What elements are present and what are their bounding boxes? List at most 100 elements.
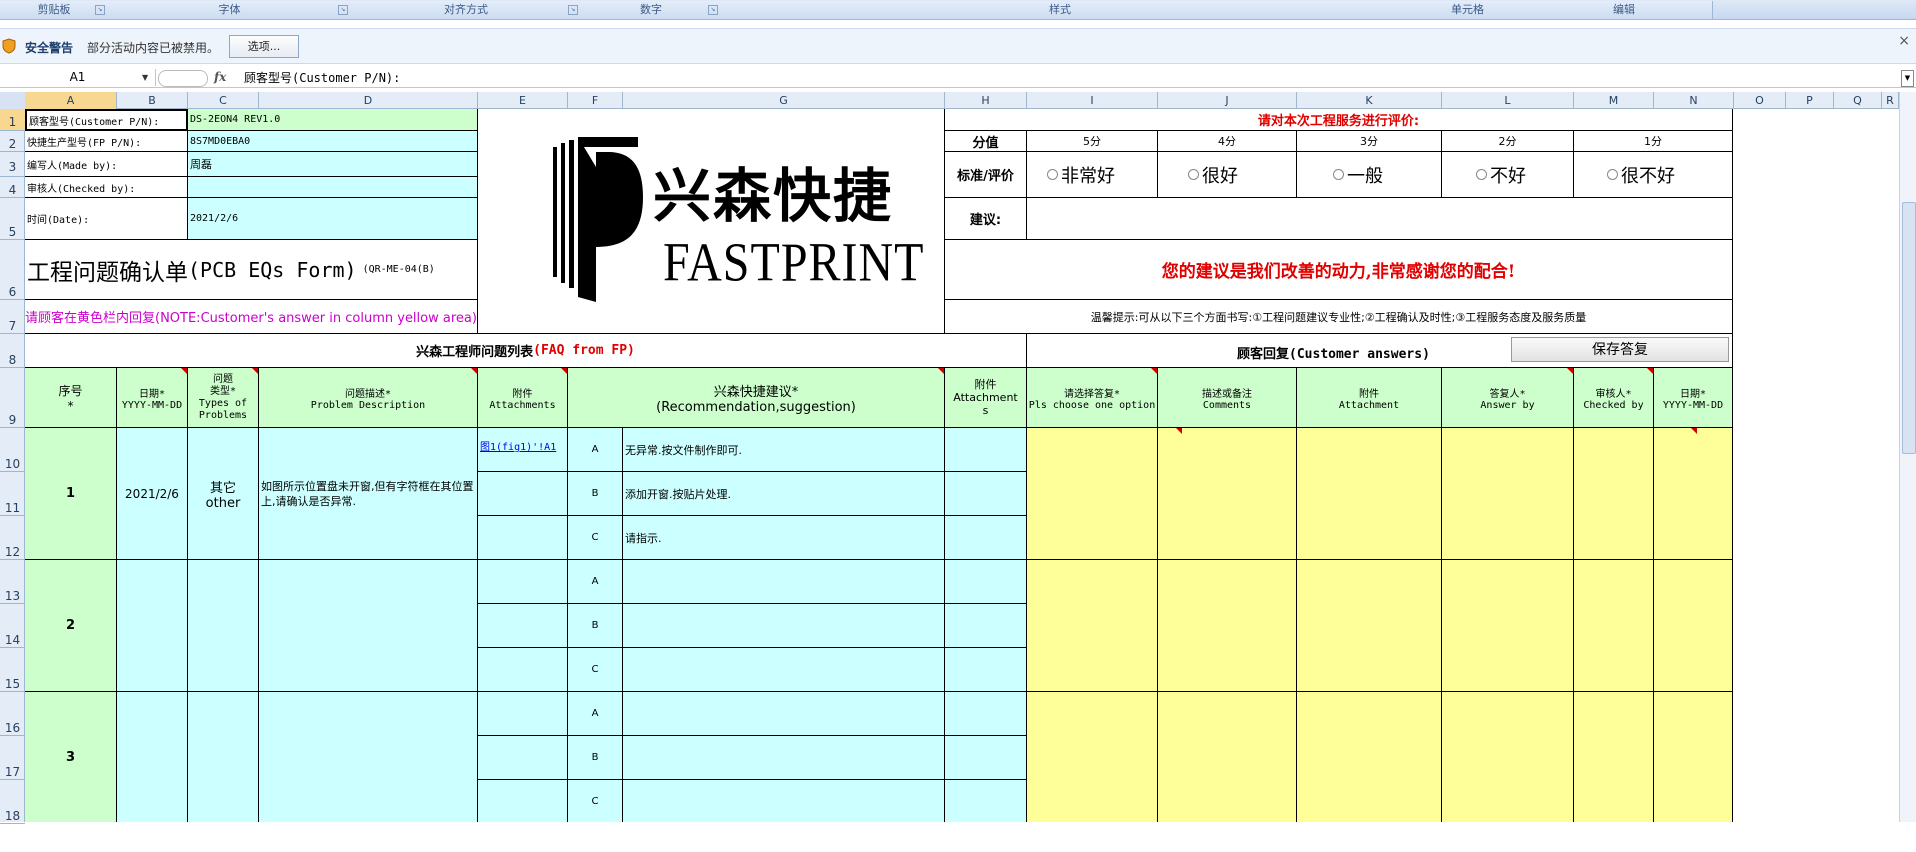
problem-3-no[interactable]: 3 <box>25 692 117 822</box>
problem-2-attachment-b[interactable] <box>478 604 568 648</box>
problem-3-attachment-a[interactable] <box>478 692 568 736</box>
options-button[interactable]: 选项... <box>229 35 299 58</box>
row-header[interactable]: 3 <box>0 152 25 177</box>
attachment-cell[interactable] <box>945 736 1027 780</box>
option-text[interactable] <box>623 560 945 604</box>
comment-indicator-icon[interactable] <box>181 368 187 374</box>
fp-pn-value[interactable]: 8S7MD0EBA0 <box>188 131 478 152</box>
comment-indicator-icon[interactable] <box>1567 368 1573 374</box>
problem-2-attachment-a[interactable] <box>478 560 568 604</box>
answer-choice-column[interactable] <box>1027 428 1158 822</box>
row-header[interactable]: 8 <box>0 334 25 368</box>
checked-by-value[interactable] <box>188 177 478 198</box>
rating-option-3[interactable]: 一般 <box>1297 152 1442 198</box>
row-header[interactable]: 18 <box>0 780 25 824</box>
made-by-label[interactable]: 编写人(Made by): <box>25 152 188 177</box>
column-header-i[interactable]: I <box>1027 92 1158 109</box>
option-text[interactable]: 添加开窗.按贴片处理. <box>623 472 945 516</box>
rating-option-2[interactable]: 不好 <box>1442 152 1574 198</box>
insert-function-icon[interactable]: fx <box>214 69 226 86</box>
row-header[interactable]: 1 <box>0 109 25 131</box>
row-header[interactable]: 12 <box>0 516 25 560</box>
problem-1-attachment-b[interactable] <box>478 472 568 516</box>
column-header-l[interactable]: L <box>1442 92 1574 109</box>
problem-1-desc[interactable]: 如图所示位置盘未开窗,但有字符框在其位置上,请确认是否异常. <box>259 428 478 560</box>
row-header[interactable]: 9 <box>0 368 25 428</box>
customer-pn-label[interactable]: 顾客型号(Customer P/N): <box>25 109 188 131</box>
comment-indicator-icon[interactable] <box>1691 428 1697 434</box>
row-header[interactable]: 6 <box>0 240 25 300</box>
row-header[interactable]: 4 <box>0 177 25 198</box>
checked-by-column[interactable] <box>1574 428 1654 822</box>
column-header-q[interactable]: Q <box>1834 92 1882 109</box>
made-by-value[interactable]: 周磊 <box>188 152 478 177</box>
column-header-j[interactable]: J <box>1158 92 1297 109</box>
formula-input[interactable]: 顾客型号(Customer P/N): <box>244 70 400 87</box>
problem-3-date[interactable] <box>117 692 188 822</box>
problem-1-type[interactable]: 其它 other <box>188 428 259 560</box>
customer-note[interactable]: 请顾客在黄色栏内回复(NOTE:Customer's answer in col… <box>25 300 478 334</box>
row-header[interactable]: 16 <box>0 692 25 736</box>
column-header-p[interactable]: P <box>1786 92 1834 109</box>
radio-button-icon[interactable] <box>1476 169 1487 180</box>
dialog-launcher-icon[interactable]: ↘ <box>338 5 348 15</box>
form-title-cell[interactable]: 工程问题确认单 (PCB EQs Form) (QR-ME-04(B) <box>25 240 478 300</box>
ribbon-group-editing[interactable]: 编辑 <box>1536 1 1713 19</box>
ribbon-group-styles[interactable]: 样式 <box>721 1 1400 19</box>
column-header-n[interactable]: N <box>1654 92 1734 109</box>
comment-indicator-icon[interactable] <box>1151 368 1157 374</box>
column-header-f[interactable]: F <box>568 92 623 109</box>
problem-3-type[interactable] <box>188 692 259 822</box>
column-header-o[interactable]: O <box>1734 92 1786 109</box>
ribbon-group-cells[interactable]: 单元格 <box>1399 1 1537 19</box>
row-header[interactable]: 10 <box>0 428 25 472</box>
problem-2-type[interactable] <box>188 560 259 692</box>
formula-bar-resize-handle[interactable] <box>158 70 208 87</box>
option-text[interactable] <box>623 692 945 736</box>
option-text[interactable]: 请指示. <box>623 516 945 560</box>
vertical-scrollbar[interactable] <box>1899 92 1916 822</box>
attachment-cell[interactable] <box>945 692 1027 736</box>
problem-3-attachment-c[interactable] <box>478 780 568 822</box>
date-value[interactable]: 2021/2/6 <box>188 198 478 240</box>
radio-button-icon[interactable] <box>1188 169 1199 180</box>
problem-2-date[interactable] <box>117 560 188 692</box>
chevron-down-icon[interactable]: ▼ <box>142 69 148 86</box>
option-text[interactable] <box>623 648 945 692</box>
option-text[interactable] <box>623 736 945 780</box>
comments-column[interactable] <box>1158 428 1297 822</box>
expand-formula-bar-icon[interactable]: ▼ <box>1901 70 1914 87</box>
column-header-r[interactable]: R <box>1882 92 1899 109</box>
answer-date-column[interactable] <box>1654 428 1733 822</box>
ribbon-group-alignment[interactable]: 对齐方式 ↘ <box>351 1 582 19</box>
select-all-corner[interactable] <box>0 92 26 109</box>
radio-button-icon[interactable] <box>1333 169 1344 180</box>
attachment-cell[interactable] <box>945 648 1027 692</box>
comment-indicator-icon[interactable] <box>938 368 944 374</box>
problem-3-attachment-b[interactable] <box>478 736 568 780</box>
column-header-e[interactable]: E <box>478 92 568 109</box>
date-label[interactable]: 时间(Date): <box>25 198 188 240</box>
suggestion-input[interactable] <box>1027 198 1733 240</box>
problem-2-no[interactable]: 2 <box>25 560 117 692</box>
comment-indicator-icon[interactable] <box>471 368 477 374</box>
row-header[interactable]: 14 <box>0 604 25 648</box>
rating-option-1[interactable]: 很不好 <box>1574 152 1733 198</box>
problem-2-attachment-c[interactable] <box>478 648 568 692</box>
column-header-h[interactable]: H <box>945 92 1027 109</box>
row-header[interactable]: 2 <box>0 131 25 152</box>
column-header-a[interactable]: A <box>25 92 117 109</box>
attachment-cell[interactable] <box>945 516 1027 560</box>
option-text[interactable] <box>623 604 945 648</box>
row-header[interactable]: 15 <box>0 648 25 692</box>
radio-button-icon[interactable] <box>1607 169 1618 180</box>
dialog-launcher-icon[interactable]: ↘ <box>95 5 105 15</box>
comment-indicator-icon[interactable] <box>1176 428 1182 434</box>
option-text[interactable] <box>623 780 945 822</box>
checked-by-label[interactable]: 审核人(Checked by): <box>25 177 188 198</box>
customer-attachment-column[interactable] <box>1297 428 1442 822</box>
scrollbar-thumb[interactable] <box>1902 202 1916 454</box>
attachment-cell[interactable] <box>945 780 1027 822</box>
ribbon-group-font[interactable]: 字体 ↘ <box>108 1 352 19</box>
row-header[interactable]: 11 <box>0 472 25 516</box>
